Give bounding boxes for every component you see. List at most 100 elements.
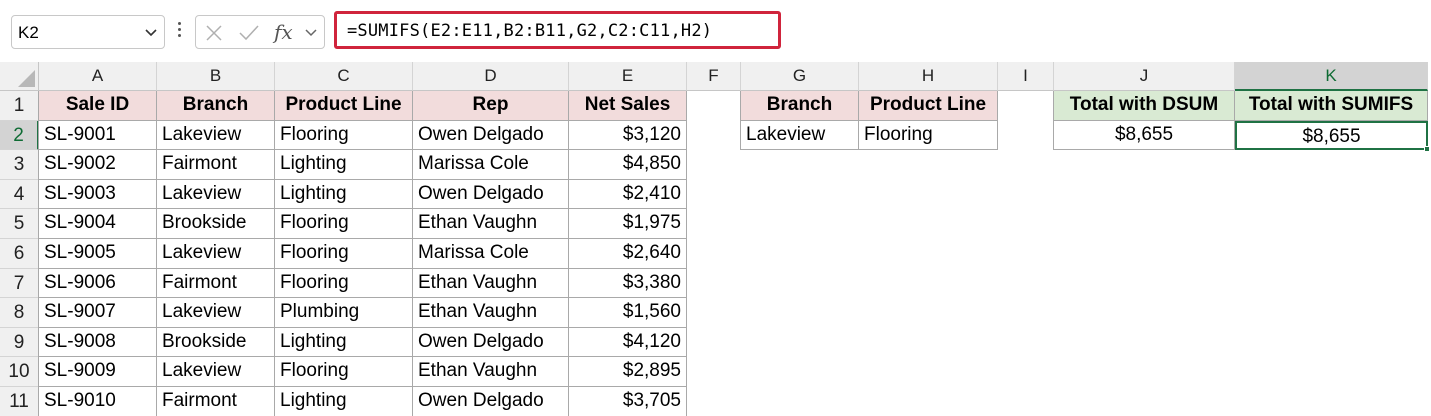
table-cell[interactable]: Plumbing	[275, 298, 413, 328]
table-cell[interactable]: Flooring	[275, 239, 413, 269]
table-cell[interactable]: Ethan Vaughn	[413, 298, 569, 328]
expand-chevron-icon[interactable]	[304, 26, 318, 44]
chevron-down-icon[interactable]	[144, 26, 158, 44]
table-cell[interactable]: Owen Delgado	[413, 327, 569, 358]
table-cell[interactable]: SL-9010	[39, 387, 157, 416]
row-header-11[interactable]: 11	[0, 387, 39, 416]
table-cell[interactable]: SL-9002	[39, 150, 157, 180]
more-options-icon[interactable]	[176, 20, 182, 42]
table-header-sale-id[interactable]: Sale ID	[39, 91, 157, 121]
dsum-result-value[interactable]: $8,655	[1054, 120, 1235, 151]
group-left-border	[1053, 91, 1054, 151]
table-cell[interactable]: SL-9001	[39, 120, 157, 151]
enter-check-icon[interactable]	[238, 23, 260, 48]
table-cell[interactable]: Fairmont	[157, 150, 275, 180]
table-cell[interactable]: Lighting	[275, 179, 413, 210]
column-header-i[interactable]: I	[998, 62, 1054, 91]
table-cell[interactable]: Brookside	[157, 327, 275, 358]
column-header-f[interactable]: F	[687, 62, 741, 91]
table-header-product-line[interactable]: Product Line	[275, 91, 413, 121]
dsum-result-header[interactable]: Total with DSUM	[1054, 91, 1235, 121]
table-cell[interactable]: SL-9009	[39, 357, 157, 387]
formula-input[interactable]: =SUMIFS(E2:E11,B2:B11,G2,C2:C11,H2)	[334, 11, 781, 49]
table-cell[interactable]: Flooring	[275, 357, 413, 387]
column-header-j[interactable]: J	[1054, 62, 1235, 91]
row-header-9[interactable]: 9	[0, 327, 39, 358]
table-cell[interactable]: Owen Delgado	[413, 179, 569, 210]
row-header-4[interactable]: 4	[0, 179, 39, 210]
formula-bar-area: K2 fx =SUMIFS(E2:E11,B2:B11,G2,C2:C11,H2…	[0, 0, 1431, 62]
table-cell[interactable]: Ethan Vaughn	[413, 209, 569, 239]
table-cell[interactable]: Fairmont	[157, 387, 275, 416]
fill-handle[interactable]	[1424, 146, 1430, 153]
table-cell[interactable]: Owen Delgado	[413, 387, 569, 416]
formula-controls: fx	[195, 15, 325, 49]
table-header-net-sales[interactable]: Net Sales	[569, 91, 687, 121]
table-cell[interactable]: Flooring	[275, 120, 413, 151]
table-cell[interactable]: Ethan Vaughn	[413, 268, 569, 299]
criteria-value-branch[interactable]: Lakeview	[741, 120, 859, 151]
column-header-k[interactable]: K	[1235, 62, 1428, 91]
table-cell[interactable]: $4,120	[569, 327, 687, 358]
column-header-e[interactable]: E	[569, 62, 687, 91]
group-left-border	[740, 91, 741, 151]
table-cell[interactable]: Lakeview	[157, 298, 275, 328]
row-header-8[interactable]: 8	[0, 298, 39, 328]
table-cell[interactable]: SL-9003	[39, 179, 157, 210]
table-cell[interactable]: SL-9007	[39, 298, 157, 328]
column-header-b[interactable]: B	[157, 62, 275, 91]
row-header-3[interactable]: 3	[0, 150, 39, 180]
table-header-rep[interactable]: Rep	[413, 91, 569, 121]
table-cell[interactable]: Marissa Cole	[413, 150, 569, 180]
sumifs-result-header[interactable]: Total with SUMIFS	[1235, 91, 1428, 121]
row-header-1[interactable]: 1	[0, 91, 39, 121]
column-header-a[interactable]: A	[39, 62, 157, 91]
criteria-value-product-line[interactable]: Flooring	[859, 120, 998, 151]
row-header-5[interactable]: 5	[0, 209, 39, 239]
column-header-h[interactable]: H	[859, 62, 998, 91]
table-cell[interactable]: Lakeview	[157, 239, 275, 269]
sumifs-result-value-active[interactable]: $8,655	[1235, 120, 1428, 151]
table-cell[interactable]: Fairmont	[157, 268, 275, 299]
criteria-header-branch[interactable]: Branch	[741, 91, 859, 121]
table-cell[interactable]: SL-9004	[39, 209, 157, 239]
table-cell[interactable]: $3,380	[569, 268, 687, 299]
cancel-icon[interactable]	[204, 23, 224, 48]
table-cell[interactable]: SL-9008	[39, 327, 157, 358]
column-header-d[interactable]: D	[413, 62, 569, 91]
table-cell[interactable]: Lighting	[275, 387, 413, 416]
table-cell[interactable]: $2,895	[569, 357, 687, 387]
table-cell[interactable]: Brookside	[157, 209, 275, 239]
table-cell[interactable]: Lakeview	[157, 179, 275, 210]
row-header-6[interactable]: 6	[0, 239, 39, 269]
table-cell[interactable]: $1,975	[569, 209, 687, 239]
table-cell[interactable]: Lakeview	[157, 120, 275, 151]
table-cell[interactable]: $1,560	[569, 298, 687, 328]
table-cell[interactable]: Lakeview	[157, 357, 275, 387]
table-cell[interactable]: $3,705	[569, 387, 687, 416]
table-cell[interactable]: Owen Delgado	[413, 120, 569, 151]
table-cell[interactable]: Lighting	[275, 150, 413, 180]
name-box[interactable]: K2	[11, 15, 165, 49]
table-cell[interactable]: $3,120	[569, 120, 687, 151]
table-cell[interactable]: Flooring	[275, 209, 413, 239]
insert-function-icon[interactable]: fx	[274, 20, 293, 44]
table-header-branch[interactable]: Branch	[157, 91, 275, 121]
column-header-c[interactable]: C	[275, 62, 413, 91]
table-cell[interactable]: $2,640	[569, 239, 687, 269]
formula-text: =SUMIFS(E2:E11,B2:B11,G2,C2:C11,H2)	[347, 21, 713, 41]
row-header-2[interactable]: 2	[0, 120, 39, 151]
table-cell[interactable]: $2,410	[569, 179, 687, 210]
row-header-7[interactable]: 7	[0, 268, 39, 299]
table-cell[interactable]: SL-9006	[39, 268, 157, 299]
column-header-g[interactable]: G	[741, 62, 859, 91]
table-cell[interactable]: SL-9005	[39, 239, 157, 269]
table-cell[interactable]: Ethan Vaughn	[413, 357, 569, 387]
table-cell[interactable]: $4,850	[569, 150, 687, 180]
criteria-header-product-line[interactable]: Product Line	[859, 91, 998, 121]
table-cell[interactable]: Lighting	[275, 327, 413, 358]
table-cell[interactable]: Marissa Cole	[413, 239, 569, 269]
row-header-10[interactable]: 10	[0, 357, 39, 387]
select-all-corner[interactable]	[0, 62, 39, 91]
table-cell[interactable]: Flooring	[275, 268, 413, 299]
